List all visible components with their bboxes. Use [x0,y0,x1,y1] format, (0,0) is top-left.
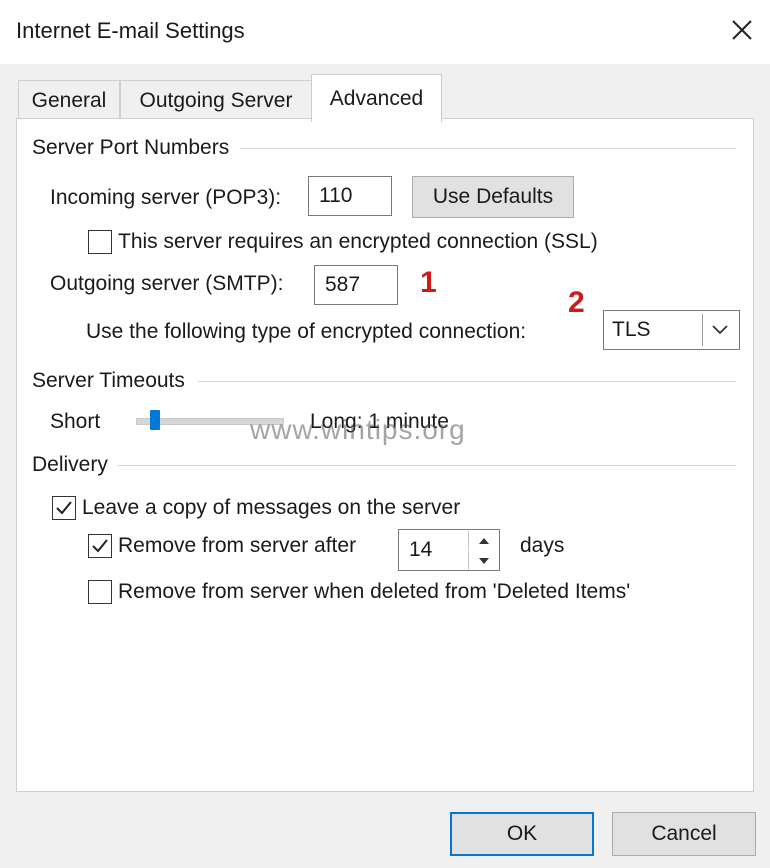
timeout-short-label: Short [50,410,101,433]
encryption-dropdown-button[interactable] [702,314,737,346]
close-icon [732,20,752,40]
remove-deleted-checkbox[interactable] [88,580,112,604]
outgoing-server-label: Outgoing server (SMTP): [50,272,284,295]
outgoing-port-input[interactable]: 587 [314,265,398,305]
incoming-port-input[interactable]: 110 [308,176,392,216]
timeout-slider-thumb[interactable] [149,410,160,430]
group-divider [198,381,736,382]
ssl-label: This server requires an encrypted connec… [118,230,598,253]
remove-after-label: Remove from server after [118,534,357,557]
remove-after-checkbox[interactable] [88,534,112,558]
tab-general[interactable]: General [18,80,120,120]
leave-copy-checkbox[interactable] [52,496,76,520]
ok-button[interactable]: OK [450,812,594,856]
chevron-down-icon [712,325,728,335]
annotation-two: 2 [568,286,585,319]
days-label: days [520,534,565,557]
triangle-up-icon [479,537,489,544]
checkmark-icon [92,539,108,553]
cancel-button[interactable]: Cancel [612,812,756,856]
triangle-down-icon [479,557,489,564]
window-title: Internet E-mail Settings [16,18,245,43]
remove-deleted-label: Remove from server when deleted from 'De… [118,580,631,603]
ssl-checkbox[interactable] [88,230,112,254]
group-label-server-timeouts: Server Timeouts [32,369,193,393]
tab-outgoing-server[interactable]: Outgoing Server [120,80,312,120]
watermark: www.wintips.org [250,414,466,445]
leave-copy-label: Leave a copy of messages on the server [82,496,461,519]
annotation-one: 1 [420,266,437,299]
use-defaults-button[interactable]: Use Defaults [412,176,574,218]
tab-panel-advanced [16,118,754,792]
spin-up-button[interactable] [468,531,499,550]
checkmark-icon [56,501,72,515]
group-divider [240,148,736,149]
spin-down-button[interactable] [468,551,499,570]
incoming-server-label: Incoming server (POP3): [50,186,282,209]
encryption-type-label: Use the following type of encrypted conn… [86,320,527,343]
group-label-server-ports: Server Port Numbers [32,136,238,160]
encryption-type-value: TLS [612,318,651,341]
close-button[interactable] [722,8,762,52]
group-divider [118,465,736,466]
group-label-delivery: Delivery [32,453,116,477]
tab-advanced[interactable]: Advanced [311,74,442,122]
